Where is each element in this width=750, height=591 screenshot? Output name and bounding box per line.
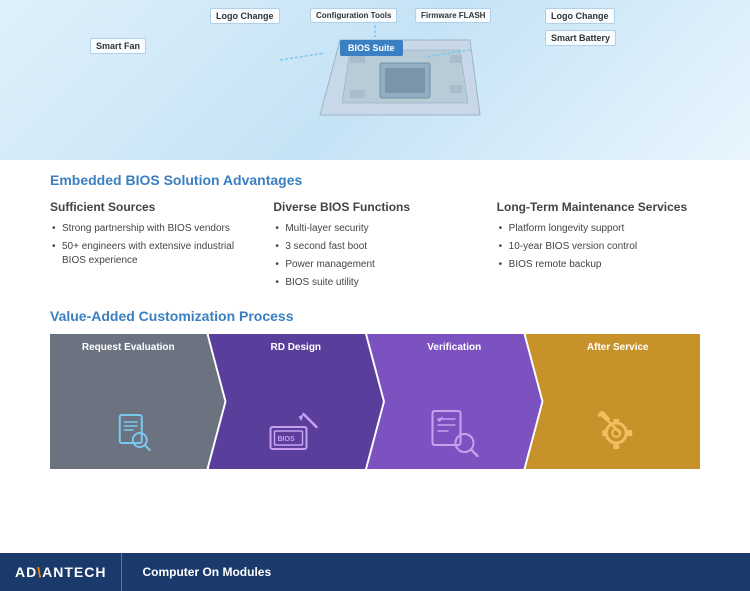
col-sufficient-sources: Sufficient Sources Strong partnership wi… (50, 200, 273, 294)
step-rd-design: RD Design BIOS (209, 334, 384, 469)
firmware-flash-label: Firmware FLASH (415, 8, 491, 23)
step1-icon-area (107, 404, 162, 459)
advantages-grid: Sufficient Sources Strong partnership wi… (50, 200, 700, 294)
diagram-area: Smart Fan Logo Change Configuration Tool… (0, 0, 750, 160)
logo-change-left-label: Logo Change (210, 8, 280, 24)
main-content: Embedded BIOS Solution Advantages Suffic… (0, 160, 750, 479)
col2-list: Multi-layer security 3 second fast boot … (273, 222, 476, 290)
step-verification: Verification (367, 334, 542, 469)
col1-item-1: Strong partnership with BIOS vendors (50, 222, 253, 236)
col3-list: Platform longevity support 10-year BIOS … (497, 222, 700, 272)
col3-header: Long-Term Maintenance Services (497, 200, 700, 216)
bios-suite-badge: BIOS Suite (340, 40, 403, 56)
advantages-title: Embedded BIOS Solution Advantages (50, 172, 700, 188)
checklist-search-icon (428, 407, 480, 457)
step-request-evaluation: Request Evaluation (50, 334, 225, 469)
wrench-gear-icon (591, 407, 641, 457)
config-tools-label: Configuration Tools (310, 8, 397, 23)
advantages-section: Embedded BIOS Solution Advantages Suffic… (50, 172, 700, 294)
search-doc-icon (110, 407, 160, 457)
brand-highlight: \ (37, 564, 42, 580)
step4-label: After Service (544, 342, 693, 353)
col2-item-1: Multi-layer security (273, 222, 476, 236)
footer-brand: AD\ANTECH (0, 553, 122, 591)
col2-item-2: 3 second fast boot (273, 240, 476, 254)
footer-subtitle: Computer On Modules (122, 565, 291, 579)
col2-header: Diverse BIOS Functions (273, 200, 476, 216)
col1-header: Sufficient Sources (50, 200, 253, 216)
step4-icon-area (588, 404, 643, 459)
col2-item-3: Power management (273, 258, 476, 272)
step3-icon-area (427, 404, 482, 459)
smart-battery-label: Smart Battery (545, 30, 616, 46)
process-flow: Request Evaluation (50, 334, 700, 469)
value-added-title: Value-Added Customization Process (50, 308, 700, 324)
brand-text: AD\ANTECH (15, 564, 106, 580)
value-added-section: Value-Added Customization Process Reques… (50, 308, 700, 469)
col3-item-3: BIOS remote backup (497, 258, 700, 272)
step2-label: RD Design (227, 342, 366, 353)
col-longterm: Long-Term Maintenance Services Platform … (497, 200, 700, 294)
step2-icon-area: BIOS (268, 404, 323, 459)
col1-list: Strong partnership with BIOS vendors 50+… (50, 222, 253, 268)
col3-item-2: 10-year BIOS version control (497, 240, 700, 254)
col2-item-4: BIOS suite utility (273, 276, 476, 290)
col3-item-1: Platform longevity support (497, 222, 700, 236)
logo-change-right-label: Logo Change (545, 8, 615, 24)
footer: AD\ANTECH Computer On Modules (0, 553, 750, 591)
col-diverse-bios: Diverse BIOS Functions Multi-layer secur… (273, 200, 496, 294)
col1-item-2: 50+ engineers with extensive industrial … (50, 240, 253, 268)
bios-chip-icon: BIOS (268, 409, 323, 454)
motherboard-diagram (250, 15, 500, 145)
smart-fan-label: Smart Fan (90, 38, 146, 54)
svg-text:BIOS: BIOS (277, 436, 294, 443)
step3-label: Verification (385, 342, 524, 353)
step-after-service: After Service (526, 334, 701, 469)
step1-label: Request Evaluation (50, 342, 207, 353)
